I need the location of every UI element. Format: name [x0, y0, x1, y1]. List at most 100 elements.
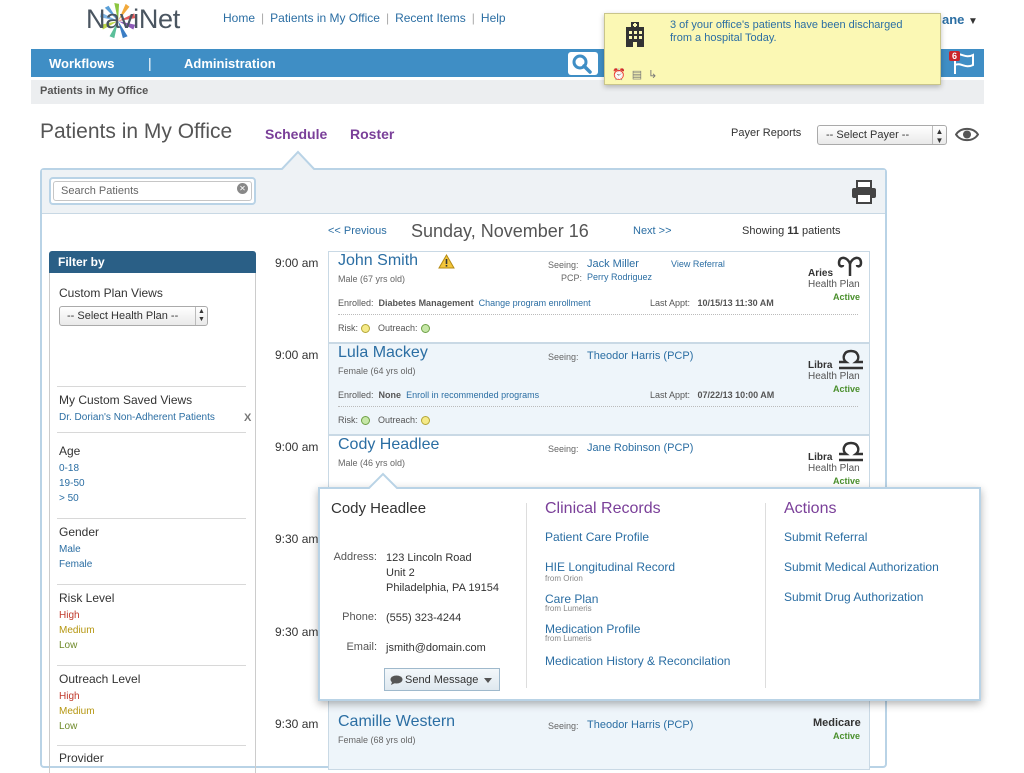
remove-saved-view-button[interactable]: X: [244, 412, 251, 424]
seeing-label: Seeing:: [548, 352, 579, 362]
send-message-label: Send Message: [405, 674, 479, 686]
enrollment-link[interactable]: Enroll in recommended programs: [406, 390, 539, 400]
submit-referral-link[interactable]: Submit Referral: [784, 530, 867, 544]
age-option[interactable]: > 50: [59, 493, 79, 504]
last-appointment: Last Appt: 10/15/13 11:30 AM: [650, 298, 774, 308]
next-day-link[interactable]: Next >>: [633, 225, 672, 237]
email-value: jsmith@domain.com: [386, 642, 486, 654]
health-plan-label: Health Plan: [808, 463, 860, 474]
filter-sidebar: [49, 273, 256, 773]
link-help[interactable]: Help: [481, 11, 506, 25]
payer-select[interactable]: -- Select Payer -- ▲ ▼: [817, 125, 947, 145]
phone-label: Phone:: [342, 611, 377, 623]
select-arrows-icon: ▲ ▼: [932, 126, 946, 145]
provider-filter-title: Provider: [59, 751, 104, 765]
risk-option-medium[interactable]: Medium: [59, 625, 95, 636]
nav-workflows[interactable]: Workflows: [49, 56, 115, 71]
medication-history-link[interactable]: Medication History & Reconcilation: [545, 654, 730, 668]
list-icon[interactable]: ▤: [632, 69, 648, 81]
risk-outreach-row: Risk: Outreach:: [338, 323, 438, 334]
reply-icon[interactable]: ↳: [648, 69, 663, 81]
risk-option-low[interactable]: Low: [59, 640, 77, 651]
last-appointment: Last Appt: 07/22/13 10:00 AM: [650, 390, 775, 400]
send-message-button[interactable]: Send Message: [384, 668, 500, 691]
address-label: Address:: [333, 551, 377, 563]
link-patients-in-my-office[interactable]: Patients in My Office: [270, 11, 380, 25]
divider: [57, 745, 246, 746]
filter-header: Filter by: [49, 251, 256, 273]
age-option[interactable]: 0-18: [59, 463, 79, 474]
address-line: Unit 2: [386, 567, 415, 579]
age-option[interactable]: 19-50: [59, 478, 85, 489]
alarm-icon[interactable]: ⏰: [612, 69, 632, 81]
top-links: Home | Patients in My Office | Recent Items |…: [223, 11, 506, 25]
tab-roster[interactable]: Roster: [350, 126, 394, 142]
pcp-link[interactable]: Perry Rodriguez: [587, 272, 652, 282]
submit-medical-authorization-link[interactable]: Submit Medical Authorization: [784, 560, 939, 574]
seeing-provider-link[interactable]: Jack Miller: [587, 258, 639, 270]
search-icon: [572, 54, 592, 74]
patient-name-link[interactable]: Lula Mackey: [338, 344, 428, 362]
address-line: 123 Lincoln Road: [386, 552, 472, 564]
clinical-records-title: Clinical Records: [545, 500, 661, 517]
appointment-time: 9:00 am: [275, 348, 319, 362]
gender-option[interactable]: Male: [59, 544, 81, 555]
view-referral-link[interactable]: View Referral: [671, 259, 725, 269]
global-search-button[interactable]: [568, 52, 598, 75]
enrollment-link[interactable]: Change program enrollment: [479, 298, 591, 308]
gender-option[interactable]: Female: [59, 559, 92, 570]
risk-option-high[interactable]: High: [59, 610, 80, 621]
appointment-time: 9:00 am: [275, 440, 319, 454]
health-plan-name: Medicare: [813, 717, 861, 729]
outreach-option-medium[interactable]: Medium: [59, 706, 95, 717]
eye-icon[interactable]: [955, 126, 979, 143]
divider: [57, 665, 246, 666]
user-menu[interactable]: ane ▼: [942, 12, 978, 27]
gender-filter-title: Gender: [59, 525, 100, 539]
nav-separator: |: [148, 55, 152, 71]
patient-demographics: Female (68 yrs old): [338, 735, 416, 745]
actions-title: Actions: [784, 500, 837, 517]
nav-administration[interactable]: Administration: [184, 56, 276, 71]
health-plan-select[interactable]: -- Select Health Plan -- ▲ ▼: [59, 306, 208, 326]
divider: [765, 503, 766, 688]
health-plan-name: Libra: [808, 452, 833, 463]
payer-reports-label: Payer Reports: [731, 127, 802, 139]
breadcrumb: Patients in My Office: [40, 85, 149, 97]
search-input[interactable]: Search Patients: [53, 181, 252, 201]
seeing-provider-link[interactable]: Jane Robinson (PCP): [587, 442, 693, 454]
seeing-provider-link[interactable]: Theodor Harris (PCP): [587, 719, 693, 731]
clear-icon[interactable]: ✕: [237, 183, 248, 194]
outreach-filter-title: Outreach Level: [59, 672, 141, 686]
page-title: Patients in My Office: [40, 120, 233, 143]
saved-view-link[interactable]: Dr. Dorian's Non-Adherent Patients: [59, 412, 215, 423]
patient-name-link[interactable]: Camille Western: [338, 713, 455, 731]
record-source: from Lumeris: [545, 634, 592, 643]
notification-text: 3 of your office's patients have been di…: [670, 19, 903, 44]
outreach-option-high[interactable]: High: [59, 691, 80, 702]
tab-schedule[interactable]: Schedule: [265, 126, 327, 142]
hospital-icon: [626, 22, 644, 47]
divider: [57, 432, 246, 433]
print-icon[interactable]: [851, 180, 877, 204]
status-badge: Active: [833, 292, 861, 302]
patient-name-link[interactable]: John Smith: [338, 252, 418, 270]
status-badge: Active: [833, 384, 861, 394]
submit-drug-authorization-link[interactable]: Submit Drug Authorization: [784, 590, 923, 604]
select-arrows-icon: ▲ ▼: [195, 307, 207, 325]
outreach-option-low[interactable]: Low: [59, 721, 77, 732]
custom-plan-views-title: Custom Plan Views: [59, 286, 163, 300]
patient-care-profile-link[interactable]: Patient Care Profile: [545, 530, 649, 544]
previous-day-link[interactable]: << Previous: [328, 225, 387, 237]
appointment-time: 9:30 am: [275, 532, 319, 546]
hie-longitudinal-record-link[interactable]: HIE Longitudinal Record: [545, 560, 675, 574]
link-home[interactable]: Home: [223, 11, 255, 25]
patient-name-link[interactable]: Cody Headlee: [338, 436, 439, 454]
health-plan-name: Libra: [808, 360, 833, 371]
seeing-provider-link[interactable]: Theodor Harris (PCP): [587, 350, 693, 362]
aries-logo-icon: [837, 256, 863, 276]
link-recent-items[interactable]: Recent Items: [395, 11, 466, 25]
record-source: from Orion: [545, 574, 583, 583]
record-source: from Lumeris: [545, 604, 592, 613]
warning-icon: [438, 254, 455, 269]
